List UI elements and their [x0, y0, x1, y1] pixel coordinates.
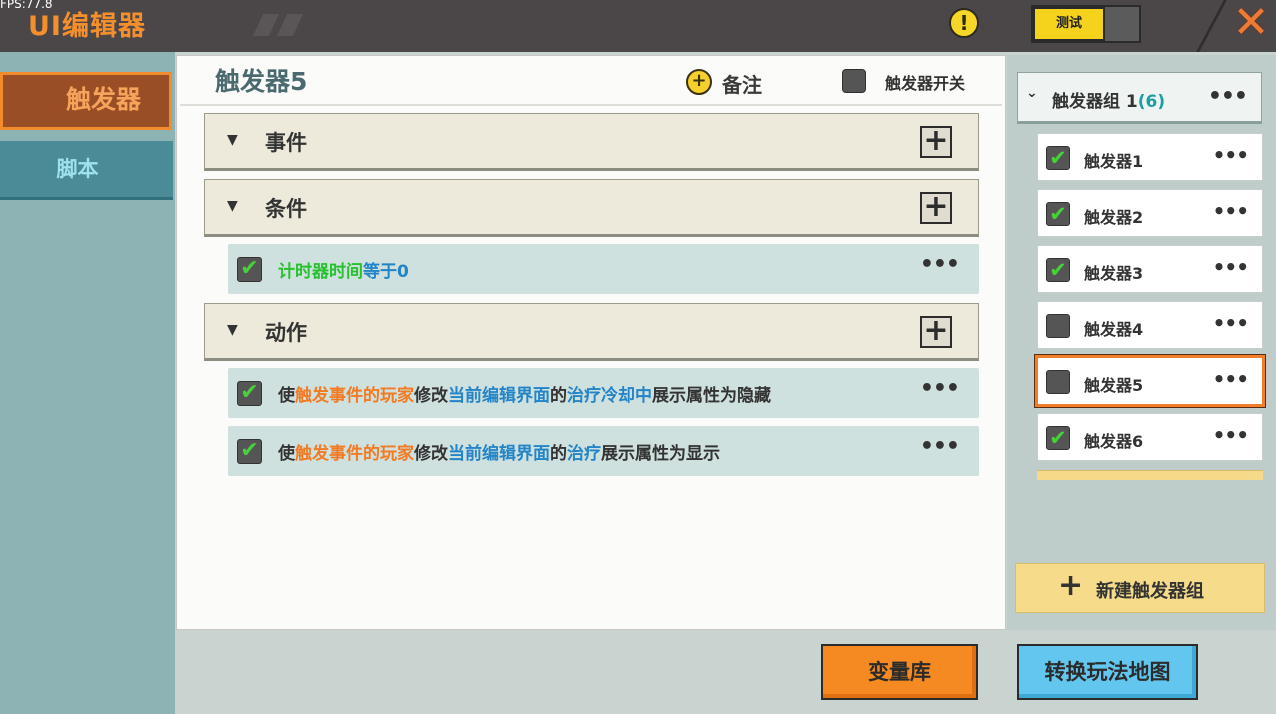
trigger-switch-label: 触发器开关: [885, 74, 966, 93]
section-event[interactable]: ▼ 事件 +: [204, 113, 979, 171]
trigger-list-item-partial[interactable]: [1037, 470, 1263, 480]
trigger-checkbox[interactable]: [1046, 370, 1070, 394]
trigger-list-item[interactable]: 触发器4 •••: [1037, 301, 1263, 349]
trigger-title: 触发器5: [215, 67, 308, 96]
section-label: 动作: [265, 321, 307, 345]
trigger-group-name: 触发器组 1(6): [1052, 92, 1166, 112]
more-options-icon[interactable]: •••: [920, 434, 960, 459]
action-row[interactable]: ✔ 使触发事件的玩家修改当前编辑界面的治疗展示属性为显示 •••: [228, 426, 979, 476]
action-text: 使触发事件的玩家修改当前编辑界面的治疗展示属性为显示: [278, 444, 720, 464]
more-options-icon[interactable]: •••: [1213, 367, 1249, 391]
plus-icon: +: [1058, 568, 1084, 603]
action-row[interactable]: ✔ 使触发事件的玩家修改当前编辑界面的治疗冷却中展示属性为隐藏 •••: [228, 368, 979, 418]
trigger-name: 触发器6: [1084, 432, 1144, 451]
trigger-list-item[interactable]: ✔ 触发器6 •••: [1037, 413, 1263, 461]
condition-row[interactable]: ✔ 计时器时间等于0 •••: [228, 244, 979, 294]
trigger-name: 触发器3: [1084, 264, 1144, 283]
trigger-list-item[interactable]: ✔ 触发器2 •••: [1037, 189, 1263, 237]
trigger-checkbox[interactable]: ✔: [1046, 146, 1070, 170]
trigger-checkbox[interactable]: ✔: [1046, 258, 1070, 282]
title-divider: [180, 104, 1002, 106]
action-checkbox[interactable]: ✔: [237, 439, 262, 464]
section-condition[interactable]: ▼ 条件 +: [204, 179, 979, 237]
trigger-list-item-selected[interactable]: 触发器5 •••: [1034, 354, 1266, 408]
warning-icon[interactable]: !: [949, 8, 979, 38]
more-options-icon[interactable]: •••: [1208, 84, 1248, 109]
new-trigger-group-label: 新建触发器组: [1096, 581, 1204, 602]
add-condition-button[interactable]: +: [920, 192, 952, 224]
add-event-button[interactable]: +: [920, 126, 952, 158]
more-options-icon[interactable]: •••: [1213, 199, 1249, 223]
action-text: 使触发事件的玩家修改当前编辑界面的治疗冷却中展示属性为隐藏: [278, 386, 771, 406]
action-checkbox[interactable]: ✔: [237, 381, 262, 406]
condition-checkbox[interactable]: ✔: [237, 257, 262, 282]
test-button[interactable]: 测试: [1033, 7, 1105, 41]
trigger-list-item[interactable]: ✔ 触发器3 •••: [1037, 245, 1263, 293]
section-label: 条件: [265, 197, 307, 221]
trigger-checkbox[interactable]: ✔: [1046, 426, 1070, 450]
nav-tab-scripts[interactable]: 脚本: [0, 141, 173, 200]
section-label: 事件: [265, 131, 307, 155]
trigger-checkbox[interactable]: [1046, 314, 1070, 338]
trigger-name: 触发器5: [1084, 376, 1144, 395]
close-icon[interactable]: ✕: [1226, 0, 1276, 48]
more-options-icon[interactable]: •••: [1213, 143, 1249, 167]
trigger-list-item[interactable]: ✔ 触发器1 •••: [1037, 133, 1263, 181]
nav-tab-triggers[interactable]: 触发器: [0, 72, 172, 130]
more-options-icon[interactable]: •••: [920, 376, 960, 401]
note-button-label[interactable]: 备注: [722, 69, 762, 98]
trigger-name: 触发器2: [1084, 208, 1144, 227]
variable-library-button[interactable]: 变量库: [821, 644, 978, 700]
collapse-arrow-icon[interactable]: ▼: [227, 322, 238, 338]
trigger-name: 触发器1: [1084, 152, 1144, 171]
trigger-name: 触发器4: [1084, 320, 1144, 339]
collapse-arrow-icon[interactable]: ▼: [227, 198, 238, 214]
more-options-icon[interactable]: •••: [1213, 311, 1249, 335]
more-options-icon[interactable]: •••: [1213, 423, 1249, 447]
more-options-icon[interactable]: •••: [1213, 255, 1249, 279]
trigger-checkbox[interactable]: ✔: [1046, 202, 1070, 226]
trigger-switch-checkbox[interactable]: [842, 69, 866, 93]
new-trigger-group-button[interactable]: + 新建触发器组: [1015, 563, 1265, 613]
more-options-icon[interactable]: •••: [920, 252, 960, 277]
trigger-group-header[interactable]: ⌄ 触发器组 1(6) •••: [1017, 72, 1262, 124]
condition-text: 计时器时间等于0: [278, 262, 409, 282]
chevron-down-icon[interactable]: ⌄: [1026, 85, 1038, 101]
collapse-arrow-icon[interactable]: ▼: [227, 132, 238, 148]
add-action-button[interactable]: +: [920, 316, 952, 348]
app-title: UI编辑器: [28, 11, 146, 42]
section-action[interactable]: ▼ 动作 +: [204, 303, 979, 361]
switch-map-button[interactable]: 转换玩法地图: [1017, 644, 1198, 700]
add-note-icon[interactable]: +: [686, 69, 712, 95]
